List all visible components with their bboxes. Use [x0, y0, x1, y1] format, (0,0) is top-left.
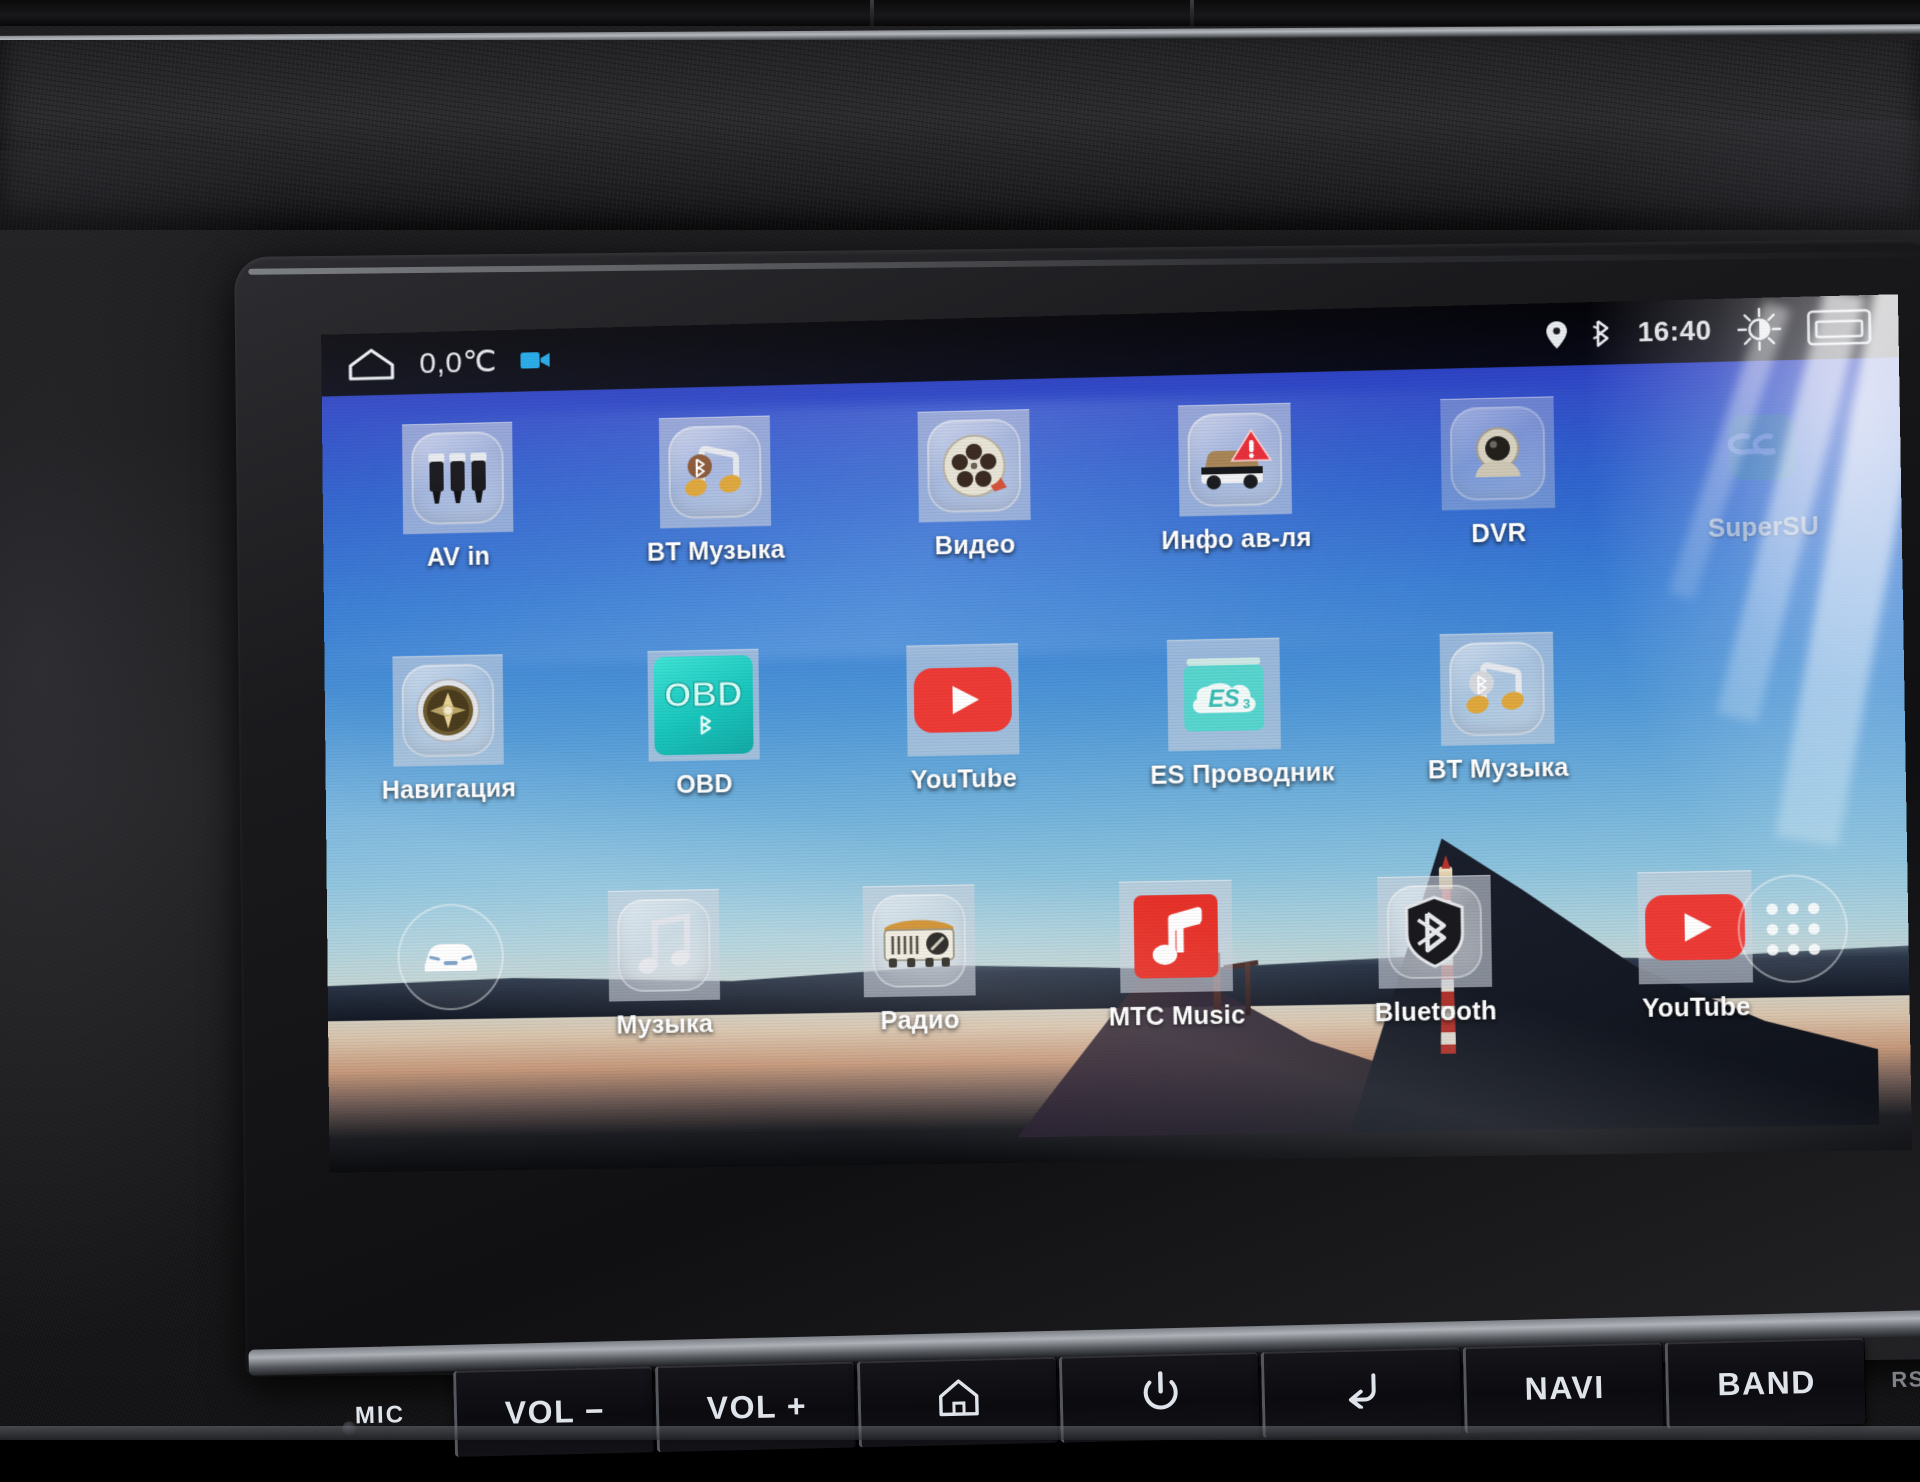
vent-divider-left [870, 0, 874, 26]
mic-button: MIC [289, 1371, 471, 1461]
reset-button[interactable]: RST [1869, 1335, 1920, 1423]
power-icon [1140, 1371, 1181, 1424]
dashcam-icon [1440, 396, 1555, 510]
app-label: YouTube [889, 764, 1038, 796]
app-youtube-1[interactable]: YouTube [888, 643, 1038, 796]
app-label: Навигация [376, 774, 523, 806]
svg-text:3: 3 [1243, 696, 1251, 711]
bluetooth-icon [1592, 319, 1613, 348]
app-label: YouTube [1620, 992, 1772, 1024]
retro-radio-icon [863, 884, 976, 997]
back-arrow-icon [1339, 1368, 1386, 1417]
car-dashboard: 0,0℃ [0, 0, 1920, 1440]
youtube-icon [906, 643, 1019, 756]
app-mts-music[interactable]: MTC Music [1101, 879, 1252, 1032]
app-label: Видео [901, 530, 1050, 563]
app-bt-music-1[interactable]: BT Музыка [641, 415, 790, 568]
bluetooth-music-note-icon [659, 416, 771, 529]
band-button[interactable]: BAND [1665, 1338, 1867, 1429]
music-note-icon [608, 889, 720, 1002]
brightness-sun-icon[interactable] [1736, 306, 1782, 352]
app-label: BT Музыка [642, 536, 790, 568]
app-obd[interactable]: OBD OBD [629, 648, 778, 801]
outside-temperature: 0,0℃ [419, 344, 497, 381]
supersu-icon [1704, 390, 1820, 505]
app-label: BT Музыка [1423, 753, 1574, 785]
dashboard-bottom-ledge [0, 1426, 1920, 1440]
svg-text:ES: ES [1208, 685, 1240, 712]
film-reel-icon [918, 409, 1031, 522]
youtube-icon [1637, 870, 1753, 984]
app-dvr[interactable]: DVR [1422, 396, 1575, 551]
compass-icon [392, 654, 503, 766]
app-bluetooth[interactable]: Bluetooth [1359, 875, 1512, 1029]
app-label: Музыка [591, 1009, 739, 1041]
app-label: OBD [631, 769, 779, 801]
app-grid: AV in BT Музыка [322, 357, 1912, 1172]
app-es-file-explorer[interactable]: ES 3 ES Проводник [1148, 637, 1299, 791]
volume-down-button[interactable]: VOL − [453, 1366, 655, 1457]
mts-music-icon [1119, 880, 1233, 993]
bezel-highlight [248, 251, 1920, 275]
app-label: DVR [1424, 518, 1575, 551]
rca-connectors-icon [402, 422, 513, 535]
app-label: MTC Music [1102, 1001, 1252, 1033]
screen-off-icon[interactable] [1807, 306, 1872, 348]
car-warning-icon [1178, 403, 1292, 517]
app-music[interactable]: Музыка [590, 889, 739, 1041]
car-front-icon [418, 934, 483, 980]
app-label: Инфо ав-ля [1161, 524, 1311, 557]
location-pin-icon [1547, 320, 1568, 348]
bluetooth-shield-icon [1377, 875, 1492, 989]
navi-label: NAVI [1524, 1368, 1605, 1407]
clock: 16:40 [1637, 315, 1711, 348]
hardware-button-bar: MIC VOL − VOL + [249, 1332, 1920, 1482]
bluetooth-music-note-icon [1440, 632, 1555, 746]
app-supersu[interactable]: SuperSU [1686, 389, 1840, 544]
vent-divider-right [1190, 0, 1194, 26]
reset-label: RST [1891, 1366, 1920, 1393]
app-car-info[interactable]: Инфо ав-ля [1160, 402, 1311, 556]
video-camera-icon [521, 349, 551, 372]
head-unit-bezel: 0,0℃ [234, 239, 1920, 1377]
app-av-in[interactable]: AV in [384, 421, 532, 573]
home-icon [936, 1378, 981, 1427]
car-front-button[interactable] [397, 903, 504, 1011]
app-bt-music-2[interactable]: BT Музыка [1421, 631, 1574, 785]
status-bar-right: 16:40 [1546, 304, 1871, 357]
obd-icon: OBD [647, 649, 759, 762]
home-outline-icon[interactable] [347, 347, 395, 382]
status-bar-left: 0,0℃ [347, 342, 551, 382]
head-unit-screen[interactable]: 0,0℃ [321, 294, 1912, 1172]
app-label: Bluetooth [1360, 997, 1511, 1029]
app-label: AV in [385, 541, 532, 573]
navi-button[interactable]: NAVI [1463, 1342, 1665, 1433]
app-label: Радио [846, 1005, 995, 1037]
app-video[interactable]: Видео [899, 409, 1049, 562]
band-label: BAND [1717, 1363, 1816, 1402]
app-navigation[interactable]: Навигация [374, 654, 522, 806]
app-drawer-button[interactable] [1737, 874, 1849, 984]
back-button[interactable] [1261, 1347, 1463, 1438]
app-drawer-grid-icon [1766, 902, 1820, 955]
svg-text:OBD: OBD [664, 674, 743, 715]
dashboard-top-vent [0, 0, 1920, 26]
es-file-explorer-icon: ES 3 [1167, 638, 1281, 752]
app-radio[interactable]: Радио [844, 884, 994, 1037]
app-label: SuperSU [1688, 512, 1840, 545]
app-label: ES Проводник [1150, 759, 1300, 791]
volume-up-label: VOL + [706, 1387, 807, 1426]
